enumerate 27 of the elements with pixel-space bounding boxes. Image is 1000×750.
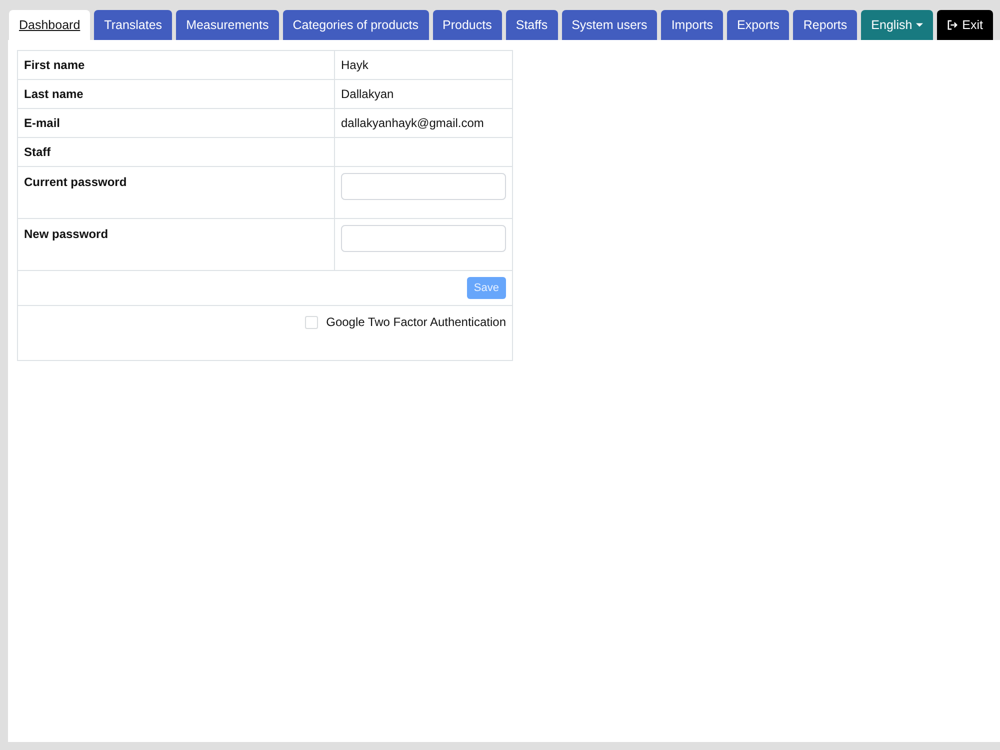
nav-tab[interactable]: Products — [432, 10, 502, 40]
password-field[interactable] — [341, 173, 506, 200]
field-label: Last name — [24, 87, 84, 101]
field-label: Current password — [24, 175, 127, 189]
field-label: New password — [24, 227, 108, 241]
nav-tab[interactable]: Staffs — [506, 10, 558, 40]
nav-tab[interactable]: Categories of products — [282, 10, 429, 40]
nav-tab[interactable]: Exports — [727, 10, 790, 40]
exit-icon — [947, 20, 958, 30]
nav-tab[interactable]: Imports — [661, 10, 723, 40]
nav-tab[interactable]: System users — [562, 10, 658, 40]
field-label: First name — [24, 58, 85, 72]
nav-tab[interactable]: Measurements — [176, 10, 279, 40]
language-dropdown[interactable]: English — [861, 10, 934, 40]
field-label: Staff — [24, 145, 51, 159]
nav-tab[interactable]: Reports — [793, 10, 858, 40]
password-field[interactable] — [341, 225, 506, 252]
nav-tab[interactable]: Translates — [94, 10, 172, 40]
checkbox[interactable] — [305, 316, 318, 328]
exit-button[interactable]: Exit — [937, 10, 994, 40]
caret-icon — [916, 23, 924, 27]
field-value: Hayk — [341, 58, 368, 72]
field-label: E-mail — [24, 116, 60, 130]
field-value: Dallakyan — [341, 87, 394, 101]
nav-tab[interactable]: Dashboard — [9, 10, 90, 40]
field-value: dallakyanhayk@gmail.com — [341, 116, 484, 130]
checkbox-label[interactable]: Google Two Factor Authentication — [326, 314, 506, 330]
